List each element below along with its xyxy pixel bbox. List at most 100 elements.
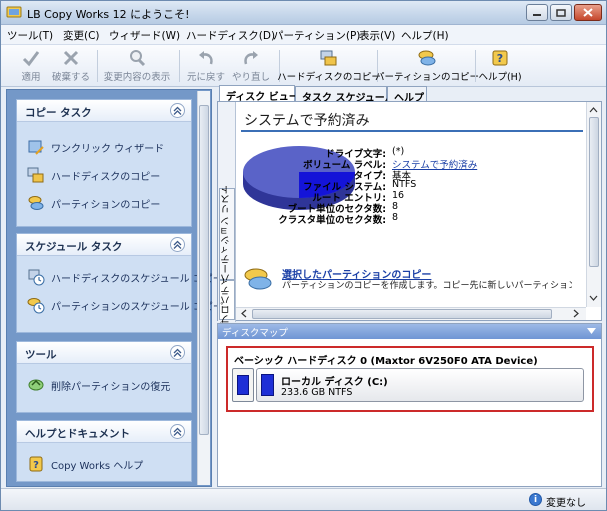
- chevron-up-icon: [173, 240, 182, 249]
- disk-map: ディスクマップ ベーシック ハードディスク 0 (Maxtor 6V250F0 …: [217, 323, 602, 487]
- minimize-button[interactable]: [526, 4, 548, 21]
- apply-button[interactable]: 適用: [11, 48, 51, 84]
- menu-bar: ツール(T) 変更(C) ウィザード(W) ハードディスク(D) パーティション…: [1, 25, 606, 45]
- sidebar: コピー タスク ワンクリック ウィザード ハードディスクのコピー パーティション…: [6, 89, 223, 487]
- partition-c[interactable]: ローカル ディスク (C:) 233.6 GB NTFS: [256, 368, 584, 402]
- panel-header[interactable]: ヘルプとドキュメント: [17, 421, 191, 443]
- chevron-up-icon: [173, 348, 182, 357]
- disk-schedule-icon: [28, 269, 45, 286]
- help-icon: ?: [492, 50, 508, 66]
- menu-partition[interactable]: パーティション(P): [273, 28, 360, 43]
- checkmark-icon: [22, 51, 40, 67]
- redo-icon: [244, 51, 258, 65]
- partition-block: [261, 374, 274, 396]
- menu-harddisk[interactable]: ハードディスク(D): [186, 28, 275, 43]
- menu-wizard[interactable]: ウィザード(W): [109, 28, 180, 43]
- disk-copy-icon: [320, 50, 337, 66]
- task-disk-copy[interactable]: ハードディスクのコピー: [27, 166, 160, 184]
- undo-button[interactable]: 元に戻す: [185, 48, 227, 84]
- schedule-tasks-panel: スケジュール タスク ハードディスクのスケジュール コピー パーティションのスケ…: [16, 233, 223, 333]
- status-text: 変更なし: [546, 498, 586, 509]
- copy-tasks-panel: コピー タスク ワンクリック ウィザード ハードディスクのコピー パーティション…: [16, 99, 192, 227]
- title-bar[interactable]: LB Copy Works 12 にようこそ!: [1, 1, 606, 25]
- title-divider: [241, 130, 583, 132]
- tab-task-schedule[interactable]: タスク スケジュール: [295, 86, 395, 104]
- vtab-partition-list[interactable]: パーティション リスト: [219, 185, 235, 283]
- partition-copy-button[interactable]: パーティションのコピー: [375, 48, 479, 84]
- vertical-tabs: パーティション リスト プロパティ: [218, 102, 236, 324]
- disk-view-panel: パーティション リスト プロパティ システムで予約済み ドライブ文字: (*): [217, 101, 602, 324]
- tab-help[interactable]: ヘルプ: [387, 86, 427, 104]
- close-button[interactable]: [574, 4, 602, 21]
- task-disk-schedule-copy[interactable]: ハードディスクのスケジュール コピー: [27, 268, 223, 286]
- help-book-icon: ?: [29, 456, 43, 472]
- chevron-up-icon: [173, 427, 182, 436]
- properties-view: システムで予約済み ドライブ文字: (*) ボリューム ラベル: システムで予約…: [236, 102, 586, 307]
- maximize-button[interactable]: [550, 4, 572, 21]
- volume-title: システムで予約済み: [244, 113, 370, 129]
- disk-title: ベーシック ハードディスク 0 (Maxtor 6V250F0 ATA Devi…: [234, 356, 538, 367]
- scroll-down-icon[interactable]: [587, 292, 600, 304]
- collapse-button[interactable]: [170, 345, 185, 360]
- disk-copy-icon: [27, 167, 44, 183]
- disk-map-header[interactable]: ディスクマップ: [218, 324, 601, 339]
- partition-copy-icon: [244, 268, 272, 290]
- horizontal-scrollbar[interactable]: [236, 307, 586, 320]
- restore-partition-icon: [28, 379, 44, 391]
- chevron-up-icon: [173, 106, 182, 115]
- info-icon: i: [529, 493, 542, 506]
- collapse-button[interactable]: [170, 103, 185, 118]
- view-changes-button[interactable]: 変更内容の表示: [101, 48, 173, 84]
- copy-partition-description: パーティションのコピーを作成します。コピー先に新しいパーティションが作成さ: [282, 281, 572, 291]
- task-copy-works-help[interactable]: ? Copy Works ヘルプ: [27, 455, 143, 473]
- help-button[interactable]: ? ヘルプ(H): [478, 48, 522, 84]
- task-restore-deleted-partition[interactable]: 削除パーティションの復元: [27, 376, 170, 394]
- toolbar-separator: [475, 50, 476, 82]
- panel-header[interactable]: コピー タスク: [17, 100, 191, 122]
- tab-strip: ディスク ビュー タスク スケジュール ヘルプ: [217, 85, 602, 104]
- chevron-down-icon[interactable]: [587, 328, 596, 335]
- partition-name: ローカル ディスク (C:): [281, 377, 388, 388]
- sidebar-scrollbar[interactable]: [197, 91, 210, 485]
- panel-header[interactable]: ツール: [17, 342, 191, 364]
- discard-icon: [63, 50, 79, 66]
- panel-header[interactable]: スケジュール タスク: [17, 234, 191, 256]
- scroll-right-icon[interactable]: [570, 308, 582, 319]
- collapse-button[interactable]: [170, 237, 185, 252]
- redo-button[interactable]: やり直し: [230, 48, 272, 84]
- menu-change[interactable]: 変更(C): [63, 28, 100, 43]
- partition-copy-icon: [418, 50, 436, 66]
- menu-tools[interactable]: ツール(T): [7, 28, 53, 43]
- help-docs-panel: ヘルプとドキュメント ? Copy Works ヘルプ: [16, 420, 192, 482]
- status-bar: i 変更なし: [1, 488, 606, 510]
- tab-disk-view[interactable]: ディスク ビュー: [219, 85, 299, 103]
- discard-button[interactable]: 破棄する: [49, 48, 93, 84]
- window-title: LB Copy Works 12 にようこそ!: [27, 8, 190, 21]
- menu-help[interactable]: ヘルプ(H): [401, 28, 449, 43]
- wizard-icon: [28, 140, 44, 155]
- partition-block: [237, 375, 249, 395]
- disk-overview-bar[interactable]: [232, 368, 254, 402]
- collapse-button[interactable]: [170, 424, 185, 439]
- menu-view[interactable]: 表示(V): [359, 28, 395, 43]
- scrollbar-thumb[interactable]: [589, 117, 599, 267]
- disk-0-frame[interactable]: ベーシック ハードディスク 0 (Maxtor 6V250F0 ATA Devi…: [226, 346, 594, 412]
- scroll-up-icon[interactable]: [587, 104, 600, 116]
- tools-panel: ツール 削除パーティションの復元: [16, 341, 192, 413]
- scroll-left-icon[interactable]: [238, 308, 250, 319]
- partition-info: 233.6 GB NTFS: [281, 387, 353, 398]
- app-window: LB Copy Works 12 にようこそ! ツール(T) 変更(C) ウィザ…: [0, 0, 607, 511]
- svg-text:?: ?: [497, 52, 503, 65]
- scrollbar-thumb[interactable]: [199, 105, 209, 435]
- task-one-click-wizard[interactable]: ワンクリック ウィザード: [27, 138, 164, 156]
- task-partition-copy[interactable]: パーティションのコピー: [27, 194, 160, 212]
- close-icon: [583, 8, 593, 17]
- scrollbar-thumb[interactable]: [252, 309, 552, 319]
- partition-schedule-icon: [27, 298, 45, 314]
- magnifier-icon: [130, 50, 146, 67]
- disk-copy-button[interactable]: ハードディスクのコピー: [277, 48, 381, 84]
- task-partition-schedule-copy[interactable]: パーティションのスケジュール コピー: [27, 296, 223, 314]
- vtab-properties[interactable]: プロパティ: [219, 276, 235, 324]
- vertical-scrollbar[interactable]: [586, 102, 601, 307]
- main-area: ディスク ビュー タスク スケジュール ヘルプ パーティション リスト プロパテ…: [217, 85, 602, 487]
